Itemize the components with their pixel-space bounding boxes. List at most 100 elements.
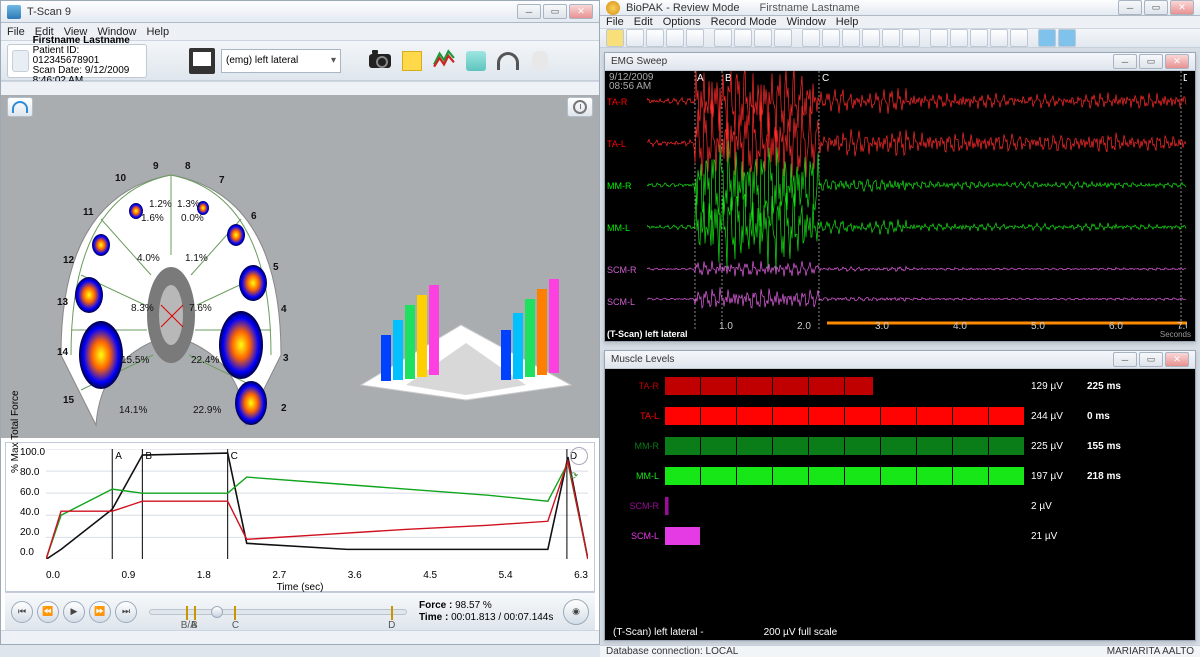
window-cascade-icon[interactable] <box>950 29 968 47</box>
rewind-start-button[interactable]: ⏮ <box>11 601 33 623</box>
emg-max-button[interactable]: ▭ <box>1139 54 1163 69</box>
tscan-max-button[interactable]: ▭ <box>543 4 567 19</box>
crop-icon[interactable] <box>754 29 772 47</box>
open-icon[interactable] <box>606 29 624 47</box>
tool-icon-2[interactable] <box>646 29 664 47</box>
bmenu-file[interactable]: File <box>606 16 624 28</box>
tscan-close-button[interactable]: ✕ <box>569 4 593 19</box>
muscle-ms: 0 ms <box>1087 411 1137 422</box>
scan-select-dropdown[interactable]: (emg) left lateral ▾ <box>221 49 341 73</box>
play-button[interactable]: ▶ <box>63 601 85 623</box>
arch-2d-icon <box>12 101 28 113</box>
print-icon[interactable] <box>1010 29 1028 47</box>
emg-close-button[interactable]: ✕ <box>1165 54 1189 69</box>
search-icon[interactable] <box>714 29 732 47</box>
muscle-label: MM-L <box>613 471 659 481</box>
rewind-button[interactable]: ⏪ <box>37 601 59 623</box>
skip-end-icon[interactable] <box>882 29 900 47</box>
tool-icon-3[interactable] <box>666 29 684 47</box>
collapse-icon[interactable] <box>774 29 792 47</box>
musc-max-button[interactable]: ▭ <box>1139 352 1163 367</box>
arch-button[interactable] <box>495 48 521 74</box>
bmenu-edit[interactable]: Edit <box>634 16 653 28</box>
bmenu-help[interactable]: Help <box>836 16 859 28</box>
gauge-button[interactable]: ◉ <box>563 599 589 625</box>
svg-text:3: 3 <box>283 353 289 364</box>
muscle-uv: 244 µV <box>1031 411 1081 422</box>
svg-text:0.0%: 0.0% <box>181 213 204 224</box>
paste-icon[interactable] <box>990 29 1008 47</box>
emg-seconds-label: Seconds <box>1160 330 1191 339</box>
muscle-bar <box>665 527 1025 545</box>
view-time-button[interactable] <box>567 97 593 117</box>
svg-text:9: 9 <box>153 161 159 172</box>
biopak-min-button[interactable]: ─ <box>1118 0 1142 15</box>
tool-icon-4[interactable] <box>686 29 704 47</box>
tool-icon-1[interactable] <box>626 29 644 47</box>
flag-button[interactable] <box>463 48 489 74</box>
tooth-icon <box>532 51 548 71</box>
biopak-max-button[interactable]: ▭ <box>1144 0 1168 15</box>
muscle-uv: 2 µV <box>1031 501 1081 512</box>
svg-text:2.0: 2.0 <box>797 321 811 331</box>
patient-id-line: Patient ID: 012345678901 <box>33 46 142 66</box>
emg-label-mmr: MM-R <box>607 181 632 191</box>
musc-min-button[interactable]: ─ <box>1113 352 1137 367</box>
refresh-button[interactable]: ⟳ <box>570 471 588 489</box>
tscan-min-button[interactable]: ─ <box>517 4 541 19</box>
toolbar-scrollbar[interactable] <box>1 81 599 95</box>
emg-waveforms: ABCD 1.02.03.04.05.06.07.0 <box>647 71 1187 331</box>
muscle-row: MM-R225 µV155 ms <box>613 437 1187 455</box>
emg-sweep-view[interactable]: 9/12/200908:56 AM TA-R TA-L MM-R MM-L SC… <box>605 71 1195 341</box>
emg-min-button[interactable]: ─ <box>1113 54 1137 69</box>
patient-info-box[interactable]: Firstname Lastname Patient ID: 012345678… <box>7 44 147 78</box>
muscle-ms: 218 ms <box>1087 471 1137 482</box>
arch-icon <box>497 52 519 70</box>
musc-close-button[interactable]: ✕ <box>1165 352 1189 367</box>
playback-slider[interactable]: B/ABCD <box>149 609 407 615</box>
sound-icon[interactable] <box>902 29 920 47</box>
forward-end-button[interactable]: ⏭ <box>115 601 137 623</box>
muscle-uv: 129 µV <box>1031 381 1081 392</box>
muscle-label: TA-R <box>613 381 659 391</box>
note-button[interactable] <box>399 48 425 74</box>
tscan-title: T-Scan 9 <box>27 6 71 18</box>
forward-button[interactable]: ⏩ <box>89 601 111 623</box>
step-fwd-icon[interactable] <box>862 29 880 47</box>
window-tile-icon[interactable] <box>930 29 948 47</box>
muscle-uv: 197 µV <box>1031 471 1081 482</box>
menu-file[interactable]: File <box>7 26 25 38</box>
playback-bar: ⏮ ⏪ ▶ ⏩ ⏭ B/ABCD Force : 98.57 % Time : … <box>5 592 595 630</box>
tooth-button[interactable] <box>527 48 553 74</box>
zoom-button[interactable] <box>570 447 588 465</box>
occlusion-view[interactable]: 98 107 116 125 134 143 152 1.2%1.3% 1.6%… <box>1 95 599 438</box>
view-2d-button[interactable] <box>7 97 33 117</box>
muscle-label: TA-L <box>613 411 659 421</box>
camera-button[interactable] <box>367 48 393 74</box>
dental-arch-2d: 98 107 116 125 134 143 152 1.2%1.3% 1.6%… <box>41 155 301 455</box>
force-time-chart[interactable]: ABCD <box>46 449 588 559</box>
save-button[interactable] <box>189 48 215 74</box>
copy-icon[interactable] <box>970 29 988 47</box>
bmenu-options[interactable]: Options <box>663 16 701 28</box>
bmenu-record[interactable]: Record Mode <box>711 16 777 28</box>
svg-text:1.1%: 1.1% <box>185 253 208 264</box>
svg-text:7: 7 <box>219 175 225 186</box>
emg-caption: (T-Scan) left lateral <box>607 329 688 339</box>
svg-text:D: D <box>1183 73 1187 84</box>
chart-button[interactable] <box>431 48 457 74</box>
menu-help[interactable]: Help <box>146 26 169 38</box>
cut-icon[interactable] <box>734 29 752 47</box>
biopak-close-button[interactable]: ✕ <box>1170 0 1194 15</box>
step-back-icon[interactable] <box>822 29 840 47</box>
play-icon[interactable] <box>842 29 860 47</box>
about-icon[interactable] <box>1058 29 1076 47</box>
skip-start-icon[interactable] <box>802 29 820 47</box>
muscle-row: SCM-R2 µV <box>613 497 1187 515</box>
svg-text:14.1%: 14.1% <box>119 405 147 416</box>
help-icon[interactable] <box>1038 29 1056 47</box>
muscle-levels-view[interactable]: TA-R129 µV225 msTA-L244 µV0 msMM-R225 µV… <box>605 369 1195 624</box>
bottom-scrollbar[interactable] <box>1 630 599 644</box>
status-db: Database connection: LOCAL <box>606 646 738 657</box>
bmenu-window[interactable]: Window <box>787 16 826 28</box>
